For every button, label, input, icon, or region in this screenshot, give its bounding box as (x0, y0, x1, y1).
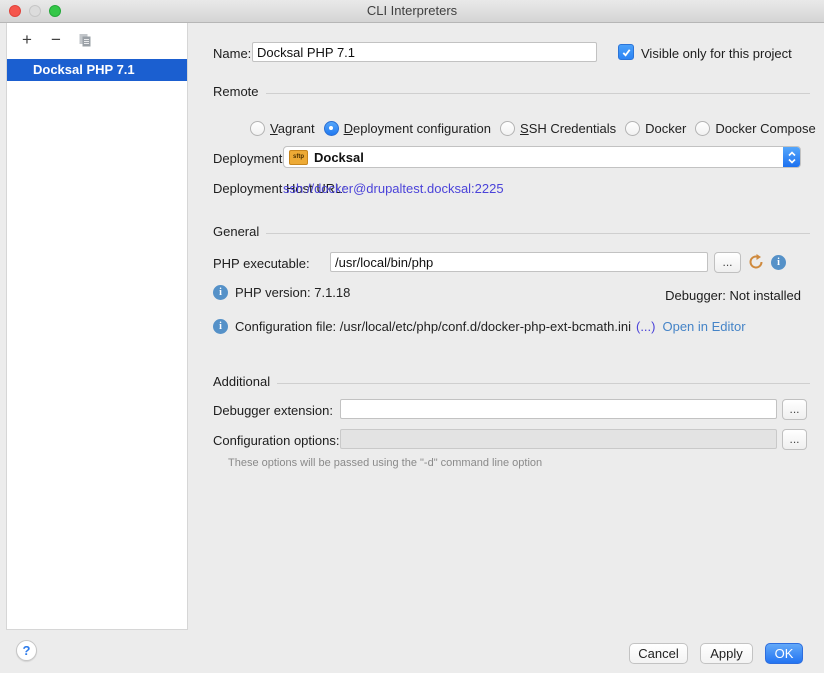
general-section-title: General (213, 224, 259, 239)
radio-docker-compose[interactable]: Docker Compose (695, 121, 815, 136)
zoom-window-button[interactable] (49, 5, 61, 17)
radio-circle-icon (500, 121, 515, 136)
ok-button[interactable]: OK (765, 643, 803, 664)
debugger-extension-browse-button[interactable]: ... (782, 399, 807, 420)
interpreters-list-panel: + − Docksal PHP 7.1 (6, 23, 188, 630)
window-controls (9, 5, 61, 17)
apply-button[interactable]: Apply (700, 643, 753, 664)
php-executable-label: PHP executable: (213, 256, 310, 271)
radio-deployment-configuration[interactable]: Deployment configuration (324, 121, 491, 136)
check-icon (621, 47, 632, 58)
deployment-host-url-value[interactable]: ssh://docker@drupaltest.docksal:2225 (283, 181, 504, 196)
php-executable-input[interactable] (330, 252, 708, 272)
configuration-options-input (340, 429, 777, 449)
visible-only-label: Visible only for this project (641, 46, 792, 61)
titlebar[interactable]: CLI Interpreters (0, 0, 824, 23)
options-note-text: These options will be passed using the "… (228, 457, 542, 469)
sftp-server-icon: sftp (289, 150, 308, 165)
remove-interpreter-icon[interactable]: − (48, 32, 64, 48)
info-icon: i (213, 285, 228, 300)
section-divider (277, 383, 810, 384)
remote-section-title: Remote (213, 84, 259, 99)
help-button[interactable]: ? (16, 640, 37, 661)
more-config-files-link[interactable]: (...) (636, 319, 656, 334)
list-toolbar: + − (7, 23, 187, 54)
radio-selected-icon (324, 121, 339, 136)
remote-type-radio-group: Vagrant Deployment configuration SSH Cre… (250, 118, 824, 138)
radio-vagrant[interactable]: Vagrant (250, 121, 315, 136)
radio-circle-icon (625, 121, 640, 136)
window-title: CLI Interpreters (0, 0, 824, 22)
open-in-editor-link[interactable]: Open in Editor (662, 319, 745, 334)
duplicate-interpreter-icon[interactable] (77, 32, 93, 49)
section-divider (266, 93, 810, 94)
configuration-options-label: Configuration options: (213, 433, 339, 448)
visible-only-checkbox[interactable] (618, 44, 634, 60)
section-divider (266, 233, 810, 234)
php-version-text: PHP version: 7.1.18 (235, 285, 350, 300)
configuration-file-row: i Configuration file: /usr/local/etc/php… (213, 319, 746, 334)
debugger-status-text: Debugger: Not installed (665, 288, 801, 303)
deployment-configuration-select[interactable]: sftp Docksal (283, 146, 801, 168)
php-executable-browse-button[interactable]: ... (714, 252, 741, 273)
configuration-file-text: Configuration file: /usr/local/etc/php/c… (235, 319, 631, 334)
list-item-interpreter[interactable]: Docksal PHP 7.1 (7, 59, 187, 81)
cancel-button[interactable]: Cancel (629, 643, 688, 664)
configuration-options-browse-button[interactable]: ... (782, 429, 807, 450)
additional-section-title: Additional (213, 374, 270, 389)
debugger-extension-input[interactable] (340, 399, 777, 419)
combo-stepper-icon[interactable] (783, 147, 800, 167)
add-interpreter-icon[interactable]: + (19, 32, 35, 48)
cli-interpreters-dialog: CLI Interpreters + − Docksal PHP 7.1 Nam… (0, 0, 824, 673)
remote-section-header: Remote (213, 84, 810, 99)
radio-circle-icon (250, 121, 265, 136)
info-icon: i (213, 319, 228, 334)
deployment-configuration-value: Docksal (314, 150, 364, 165)
phpinfo-icon[interactable]: i (771, 255, 786, 270)
radio-circle-icon (695, 121, 710, 136)
name-label: Name: (213, 46, 251, 61)
reload-phpinfo-icon[interactable] (747, 253, 765, 271)
minimize-window-button (29, 5, 41, 17)
general-section-header: General (213, 224, 810, 239)
php-version-row: i PHP version: 7.1.18 (213, 285, 350, 300)
debugger-extension-label: Debugger extension: (213, 403, 333, 418)
radio-ssh-credentials[interactable]: SSH Credentials (500, 121, 616, 136)
radio-docker[interactable]: Docker (625, 121, 686, 136)
name-input[interactable] (252, 42, 597, 62)
additional-section-header: Additional (213, 374, 810, 389)
close-window-button[interactable] (9, 5, 21, 17)
